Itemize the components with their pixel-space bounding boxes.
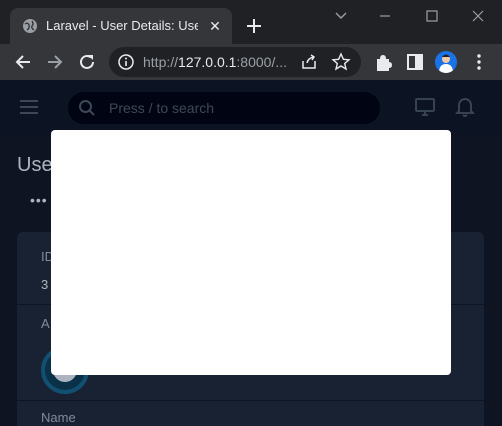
window-close-icon[interactable] (467, 6, 489, 26)
share-icon[interactable] (299, 52, 319, 72)
minimize-icon[interactable] (374, 6, 396, 26)
profile-avatar[interactable] (435, 51, 457, 73)
star-icon[interactable] (331, 52, 351, 72)
chevron-down-icon[interactable] (330, 6, 352, 26)
close-icon[interactable]: ✕ (206, 17, 224, 35)
forward-icon[interactable] (44, 51, 66, 73)
tab-title: Laravel - User Details: User (46, 18, 198, 33)
url-text[interactable]: http://127.0.0.1:8000/... (143, 54, 293, 70)
browser-window: Laravel - User Details: User ✕ http://12… (0, 0, 502, 426)
globe-icon (23, 19, 37, 33)
extensions-icon[interactable] (372, 51, 394, 73)
person-icon (439, 54, 453, 73)
plus-icon[interactable] (243, 15, 265, 37)
info-icon[interactable] (117, 53, 135, 71)
reload-icon[interactable] (76, 51, 98, 73)
sidepanel-icon[interactable] (404, 51, 426, 73)
browser-toolbar: http://127.0.0.1:8000/... (0, 44, 502, 80)
browser-tab[interactable]: Laravel - User Details: User ✕ (10, 8, 232, 44)
menu-icon[interactable] (468, 51, 490, 73)
modal-dialog[interactable] (51, 130, 451, 375)
tab-strip: Laravel - User Details: User ✕ (0, 0, 502, 44)
back-icon[interactable] (12, 51, 34, 73)
address-bar[interactable]: http://127.0.0.1:8000/... (109, 47, 361, 77)
maximize-icon[interactable] (421, 6, 443, 26)
